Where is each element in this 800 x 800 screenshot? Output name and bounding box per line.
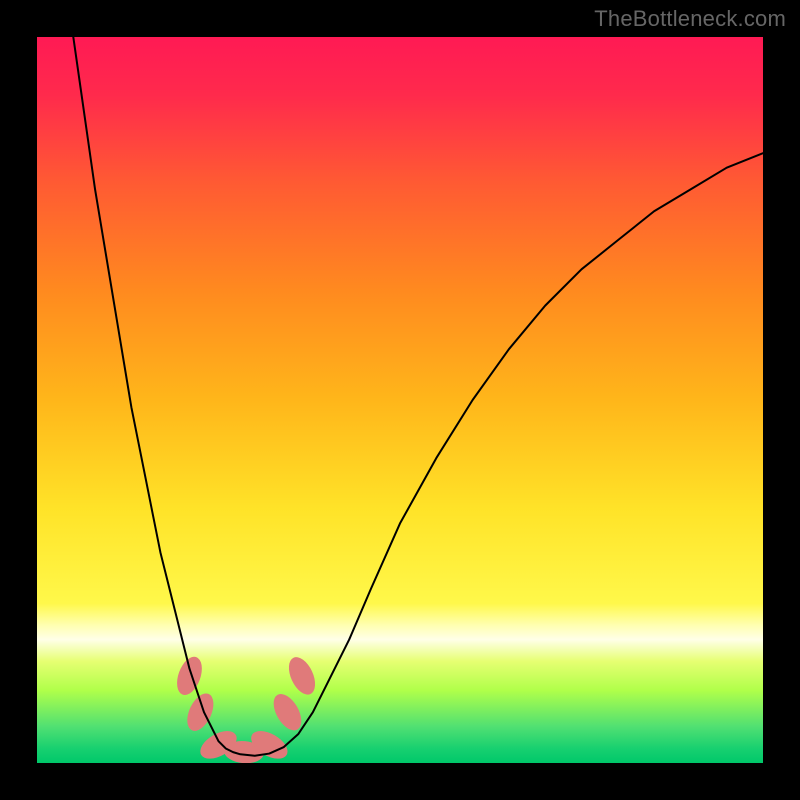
chart-svg <box>37 37 763 763</box>
chart-frame: TheBottleneck.com <box>0 0 800 800</box>
watermark-text: TheBottleneck.com <box>594 6 786 32</box>
plot-area <box>37 37 763 763</box>
gradient-background <box>37 37 763 763</box>
